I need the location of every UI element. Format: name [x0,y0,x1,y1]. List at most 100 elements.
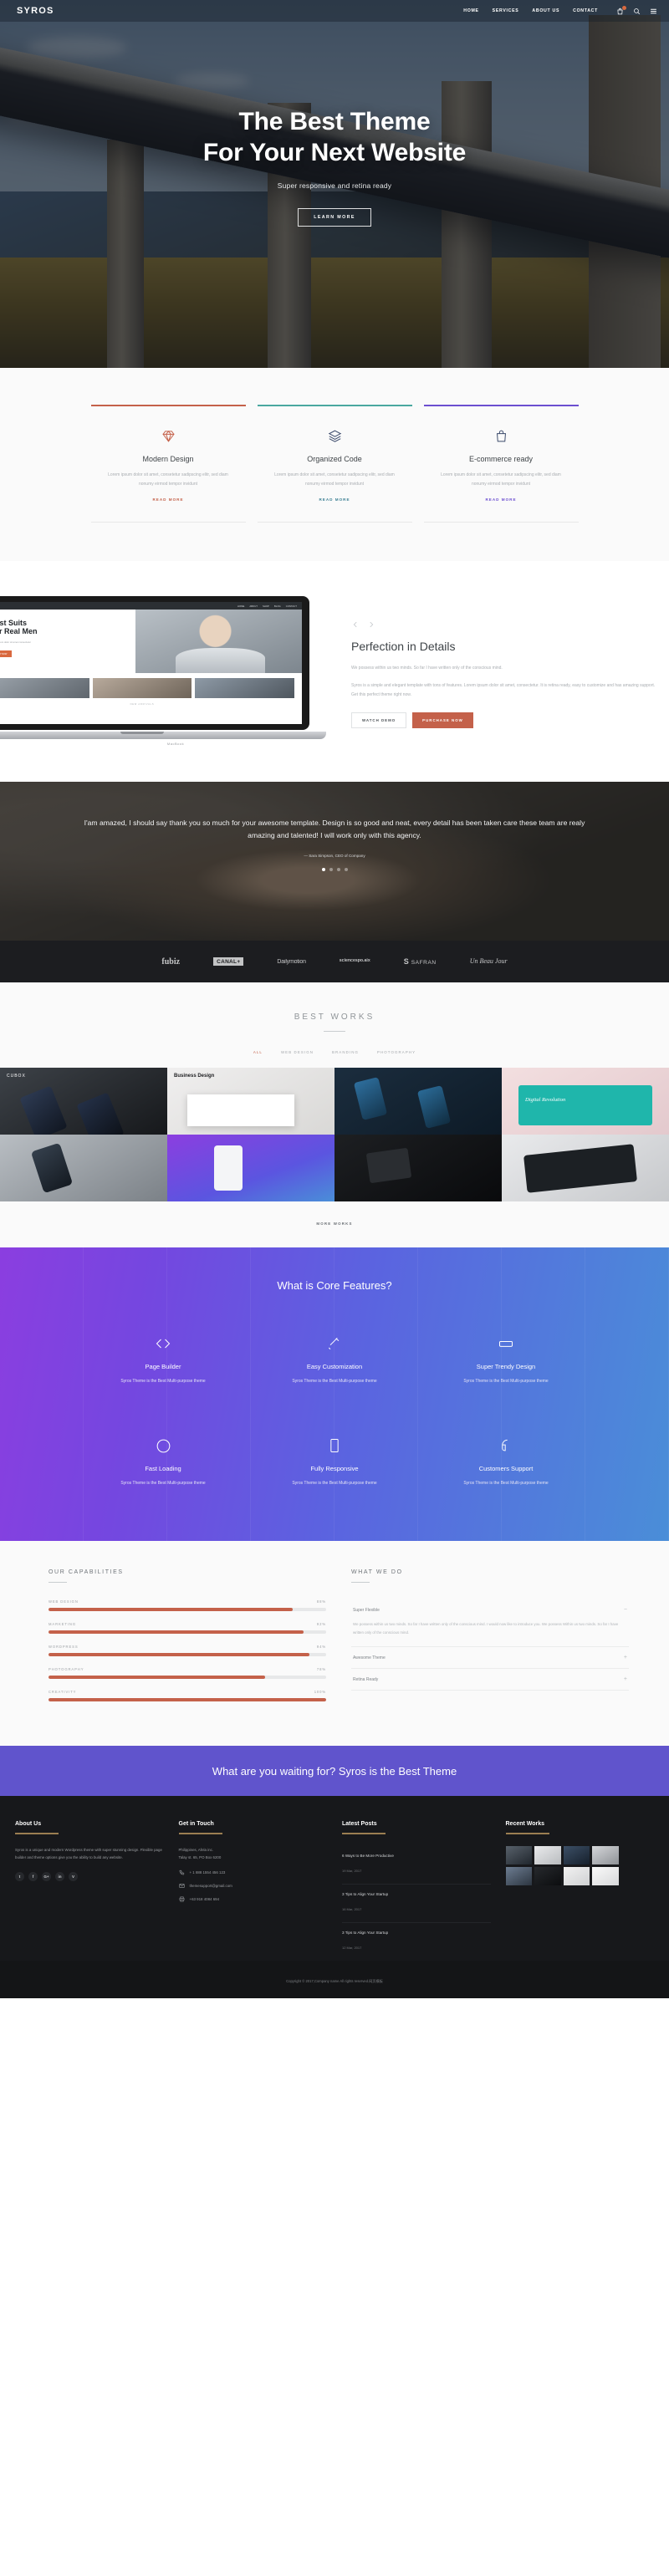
work-tile-phone-mockup-gray[interactable] [0,1135,167,1201]
what-we-do-column: WHAT WE DO Super Flexible − We possess w… [351,1569,629,1712]
slider-dot[interactable] [344,868,348,872]
work-tile-tablet-stylus-teal[interactable] [502,1135,669,1201]
post-title-link[interactable]: 3 Tips to Align Your Startup [342,1892,491,1896]
footer-email[interactable]: themesupport@gmail.com [190,1884,232,1888]
recent-work-thumb-dark-phone[interactable] [505,1845,532,1864]
purchase-now-button[interactable]: PURCHASE NOW [412,712,473,729]
nav-item-contact[interactable]: CONTACT [573,8,598,13]
feature-title: Modern Design [142,455,194,463]
accordion-header[interactable]: Super Flexible − [351,1599,629,1620]
footer-post-item: 6 Ways to Be More Productive 19 Mar, 201… [342,1846,491,1885]
learn-more-button[interactable]: LEARN MORE [298,208,371,227]
shopping-bag-icon [436,425,567,446]
testimonial-dots [79,868,590,872]
linkedin-icon[interactable]: in [55,1871,64,1881]
filter-all[interactable]: ALL [253,1050,263,1054]
cart-icon[interactable] [616,5,626,15]
brand-logos-bar: fubiz CANAL+ Dailymotion sciencespo.aix … [0,941,669,982]
recent-work-thumb-phone-stack[interactable] [505,1866,532,1885]
search-icon[interactable] [633,8,641,15]
page-root: SYROS HOME SERVICES ABOUT US CONTACT The… [0,0,669,1998]
watch-demo-button[interactable]: WATCH DEMO [351,712,407,729]
core-feature-title: Fully Responsive [310,1465,359,1472]
perfection-buttons: WATCH DEMO PURCHASE NOW [351,712,661,729]
work-tile-business-design-poster[interactable]: Business Design [167,1068,334,1135]
work-tile-caption: Digital Revolution [525,1097,566,1104]
filter-branding[interactable]: BRANDING [332,1050,359,1054]
work-tile-dark-ui-phones[interactable]: CUBOX [0,1068,167,1135]
nav-item-services[interactable]: SERVICES [493,8,519,13]
features-section: Modern Design Lorem ipsum dolor sit amet… [0,368,669,561]
best-works-section: BEST WORKS ALL WEB DESIGN BRANDING PHOTO… [0,982,669,1247]
paper-mock [187,1094,294,1127]
accordion-body: We possess within us two minds. So far I… [353,1622,619,1635]
slider-dot[interactable] [336,868,340,872]
core-feature-page-builder: Page Builder Syros Theme is the Best Mul… [78,1320,249,1400]
chevron-right-icon[interactable] [367,618,375,630]
progress-bar-track [49,1630,326,1634]
read-more-link[interactable]: READ MORE [485,497,516,502]
feature-card-organized-code: Organized Code Lorem ipsum dolor sit ame… [257,405,412,523]
recent-work-thumb-dark-flatlay[interactable] [534,1866,561,1885]
skill-creativity: CREATIVITY 100% [49,1690,326,1701]
accordion-header[interactable]: Retina Ready + [351,1669,629,1690]
feature-card-ecommerce-ready: E-commerce ready Lorem ipsum dolor sit a… [423,405,579,523]
accordion-header[interactable]: Awesome Theme + [351,1647,629,1668]
recent-work-thumb-blue-denim[interactable] [563,1845,590,1864]
facebook-icon[interactable]: f [28,1871,38,1881]
skill-label: WORDPRESS [49,1645,79,1649]
filter-photography[interactable]: PHOTOGRAPHY [377,1050,416,1054]
site-logo[interactable]: SYROS [17,6,54,16]
progress-bar-track [49,1676,326,1679]
google-plus-icon[interactable]: G+ [42,1871,51,1881]
laptop-base [0,732,326,739]
accordion-label: Awesome Theme [353,1655,386,1660]
work-tile-purple-gradient-mobile[interactable] [167,1135,334,1201]
core-feature-fast-loading: Fast Loading Syros Theme is the Best Mul… [78,1422,249,1502]
recent-work-thumb-camera-app[interactable] [534,1845,561,1864]
hero-content: The Best Theme For Your Next Website Sup… [0,0,669,227]
vimeo-icon[interactable]: V [69,1871,78,1881]
skill-wordpress: WORDPRESS 94% [49,1645,326,1656]
speed-icon [91,1434,236,1457]
chevron-left-icon[interactable] [351,618,360,630]
read-more-link[interactable]: READ MORE [319,497,350,502]
recent-work-thumb-white-paper[interactable] [592,1866,619,1885]
recent-work-thumb-business-card[interactable] [563,1866,590,1885]
post-title-link[interactable]: 6 Ways to Be More Productive [342,1854,491,1858]
nav-item-about-us[interactable]: ABOUT US [532,8,559,13]
progress-bar-fill [49,1630,304,1634]
code-icon [91,1332,236,1355]
work-tile-blue-app-screens[interactable] [334,1068,502,1135]
slider-dot[interactable] [321,868,325,872]
brand-logo-un-beau-jour: Un Beau Jour [469,957,508,966]
phone-mock [214,1145,243,1191]
post-title-link[interactable]: 3 Tips to Align Your Startup [342,1931,491,1935]
feature-card-modern-design: Modern Design Lorem ipsum dolor sit amet… [90,405,246,523]
twitter-icon[interactable]: t [15,1871,24,1881]
work-tile-digital-revolution-tablet[interactable]: Digital Revolution [502,1068,669,1135]
filter-web-design[interactable]: WEB DESIGN [281,1050,314,1054]
nav-item-home[interactable]: HOME [463,8,478,13]
printer-icon [179,1896,185,1902]
skill-value: 92% [316,1622,326,1626]
more-works-button[interactable]: MORE WORKS [0,1201,669,1247]
read-more-link[interactable]: READ MORE [152,497,183,502]
recent-work-thumb-black-device[interactable] [592,1845,619,1864]
feature-text: Lorem ipsum dolor sit amet, consetetur s… [441,472,561,487]
skill-value: 78% [316,1667,326,1671]
cart-badge [622,5,626,10]
heading-underline [505,1833,549,1834]
envelope-icon [178,1883,185,1889]
brand-logo-fubiz: fubiz [161,956,181,967]
accordion-label: Super Flexible [353,1607,380,1613]
core-features-section: What is Core Features? Page Builder Syro… [0,1247,669,1541]
footer-heading: Recent Works [505,1821,545,1827]
slider-dot[interactable] [329,868,333,872]
work-tile-black-devices-flatlay[interactable] [334,1135,502,1201]
progress-bar-fill [49,1608,294,1611]
header-icon-group [616,5,657,15]
menu-icon[interactable] [650,8,657,15]
wand-icon [263,1332,407,1355]
recent-works-thumbnails [505,1845,619,1885]
